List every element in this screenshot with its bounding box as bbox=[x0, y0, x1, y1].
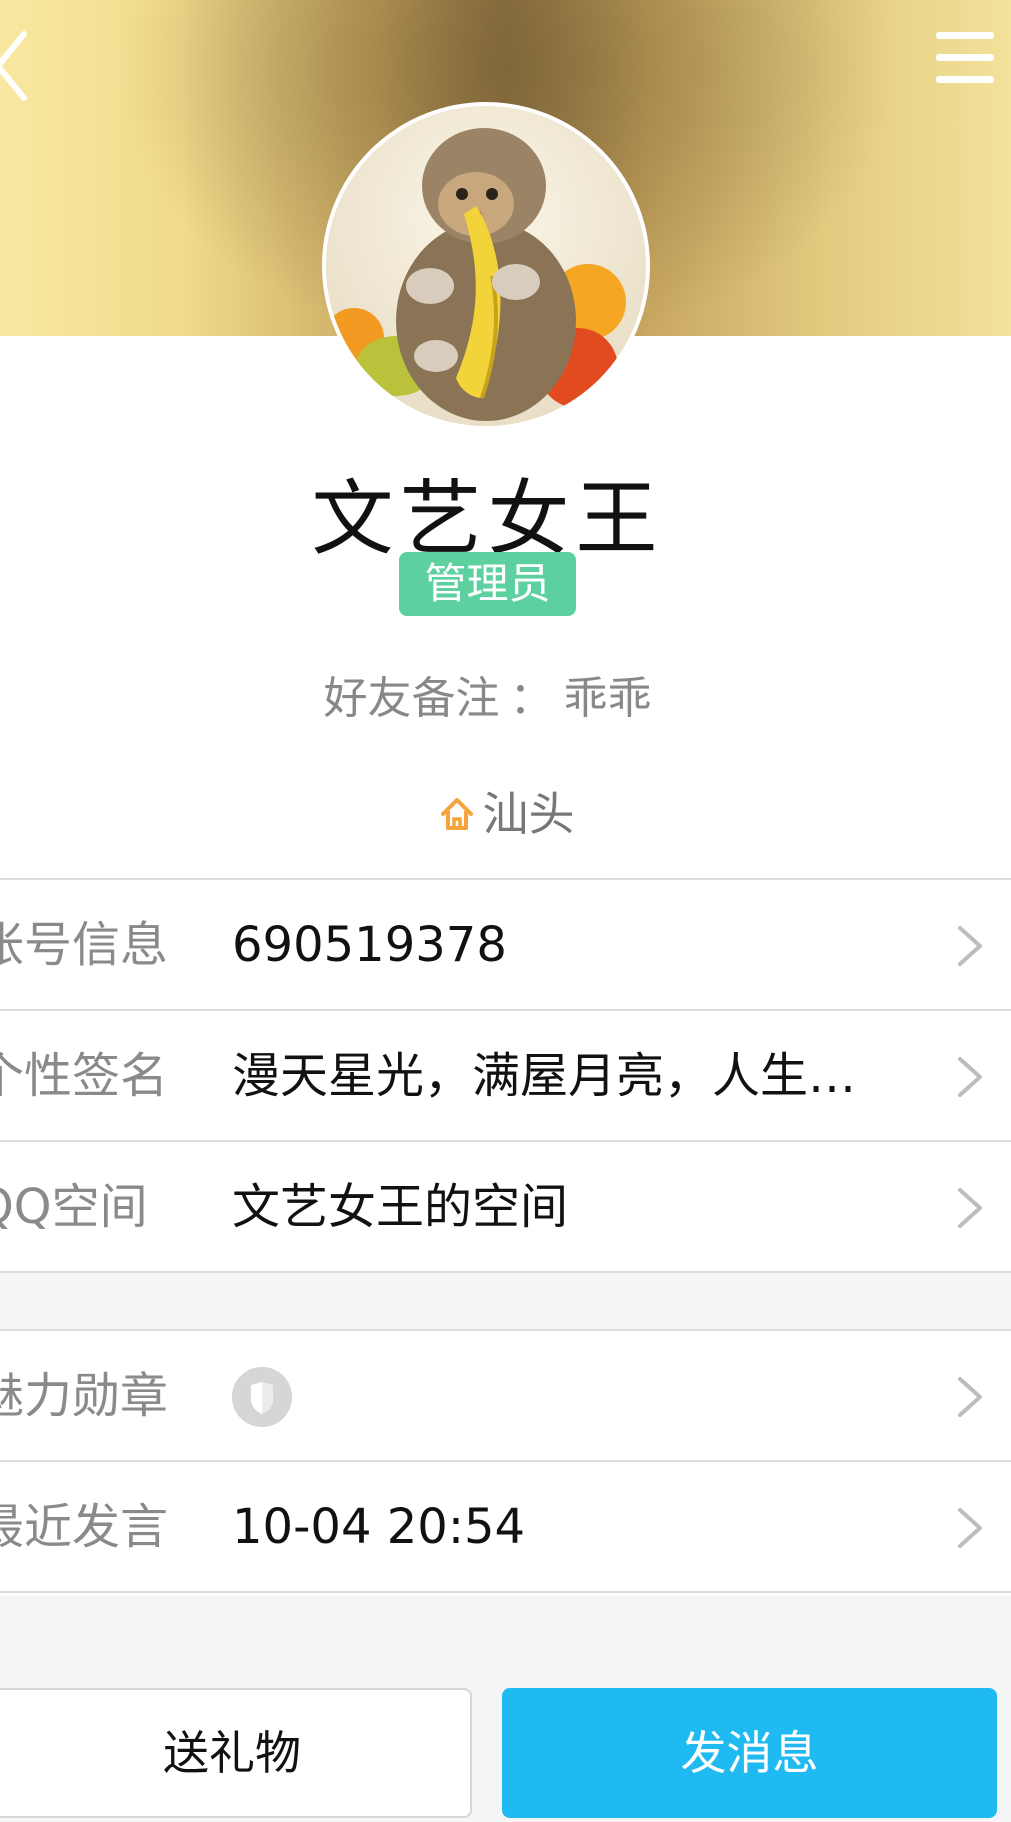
back-button[interactable] bbox=[0, 22, 34, 102]
chevron-right-icon bbox=[958, 1508, 982, 1548]
row-label: QQ空间 bbox=[0, 1179, 148, 1235]
row-value: 漫天星光，满屋月亮，人生… bbox=[232, 1048, 857, 1104]
row-value: 690519378 bbox=[232, 917, 507, 973]
avatar-image bbox=[326, 106, 646, 426]
remark-value: 乖乖 bbox=[563, 673, 652, 724]
menu-icon bbox=[936, 32, 994, 39]
row-qzone[interactable]: QQ空间 文艺女王的空间 bbox=[0, 1142, 1011, 1273]
location-text: 汕头 bbox=[482, 787, 575, 841]
chevron-left-icon bbox=[0, 31, 27, 101]
friend-remark: 好友备注：乖乖 bbox=[0, 662, 975, 726]
row-label: 最近发言 bbox=[0, 1499, 169, 1555]
remark-label: 好友备注 bbox=[323, 673, 500, 724]
extra-list: 魅力勋章 最近发言 10-04 20:54 bbox=[0, 1331, 1011, 1593]
home-icon bbox=[440, 798, 473, 830]
row-signature[interactable]: 个性签名 漫天星光，满屋月亮，人生… bbox=[0, 1011, 1011, 1142]
row-account-info[interactable]: 帐号信息 690519378 bbox=[0, 880, 1011, 1011]
medal-icon bbox=[232, 1367, 292, 1427]
row-charm-medal[interactable]: 魅力勋章 bbox=[0, 1331, 1011, 1462]
remark-separator: ： bbox=[509, 673, 554, 724]
location: 汕头 bbox=[0, 778, 1011, 844]
info-list: 帐号信息 690519378 个性签名 漫天星光，满屋月亮，人生… QQ空间 文… bbox=[0, 878, 1011, 1273]
chevron-right-icon bbox=[958, 1377, 982, 1417]
row-label: 帐号信息 bbox=[0, 917, 169, 973]
row-label: 魅力勋章 bbox=[0, 1368, 169, 1424]
row-value: 10-04 20:54 bbox=[232, 1499, 526, 1555]
chevron-right-icon bbox=[958, 1057, 982, 1097]
menu-button[interactable] bbox=[934, 30, 998, 90]
row-recent-post[interactable]: 最近发言 10-04 20:54 bbox=[0, 1462, 1011, 1593]
avatar[interactable] bbox=[322, 102, 650, 430]
section-divider bbox=[0, 1273, 1011, 1331]
send-gift-button[interactable]: 送礼物 bbox=[0, 1688, 472, 1818]
chevron-right-icon bbox=[958, 926, 982, 966]
row-value: 文艺女王的空间 bbox=[232, 1179, 569, 1235]
send-message-button[interactable]: 发消息 bbox=[502, 1688, 997, 1818]
chevron-right-icon bbox=[958, 1188, 982, 1228]
row-label: 个性签名 bbox=[0, 1048, 169, 1104]
role-badge: 管理员 bbox=[399, 552, 576, 616]
